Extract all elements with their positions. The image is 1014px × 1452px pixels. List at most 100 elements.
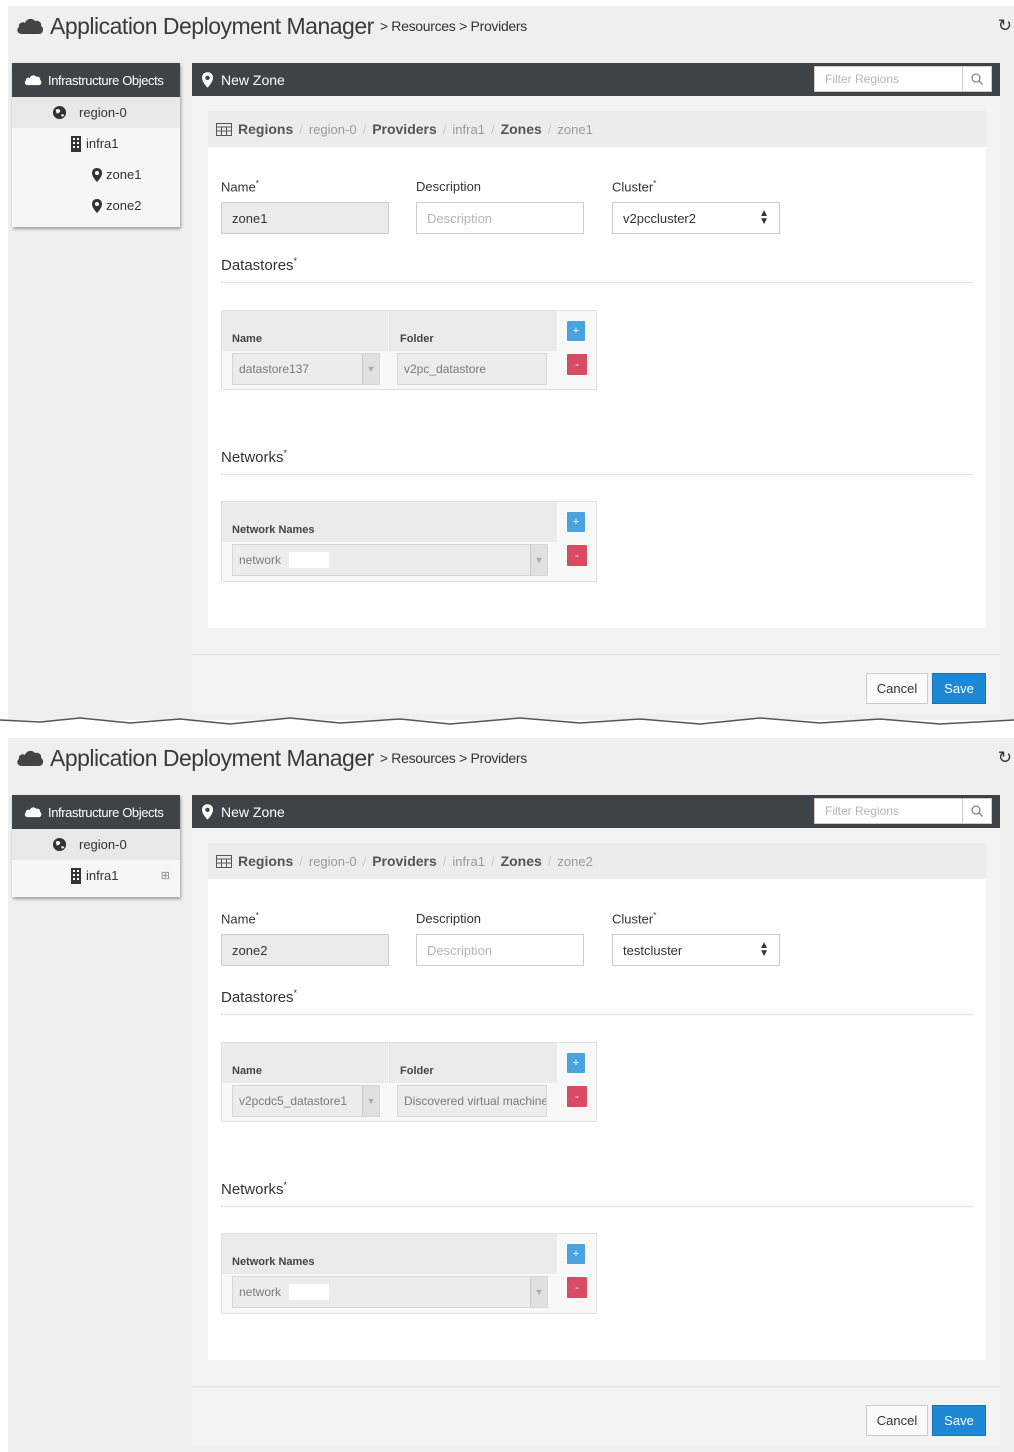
breadcrumb-region[interactable]: region-0: [309, 122, 357, 137]
tree-item-zone1[interactable]: zone1: [12, 159, 180, 190]
add-network-button[interactable]: +: [567, 512, 585, 532]
tree-item-label: zone2: [106, 198, 142, 213]
networks-title: Networks: [221, 449, 284, 466]
globe-icon: [52, 837, 67, 852]
name-label: Name*: [221, 179, 259, 195]
zone-panel: New Zone Regions / region-0 / Providers …: [192, 795, 1000, 1446]
select-arrows-icon: ▲ ▼: [759, 940, 769, 959]
save-button[interactable]: Save: [932, 1405, 986, 1436]
add-datastore-button[interactable]: +: [567, 321, 585, 341]
datastores-table: Name Folder datastore137 ▼ v2pc_datastor…: [221, 310, 597, 390]
tree-item-label: region-0: [79, 105, 127, 120]
sidebar-footer: [12, 221, 180, 227]
cluster-select[interactable]: testcluster ▲ ▼: [612, 934, 780, 966]
breadcrumb-providers[interactable]: Providers: [372, 853, 437, 869]
app-breadcrumb: > Resources > Providers: [379, 750, 527, 766]
description-field[interactable]: [416, 202, 584, 234]
breadcrumb-separator: /: [299, 121, 303, 137]
tree-item-zone2[interactable]: zone2: [12, 190, 180, 221]
cancel-button[interactable]: Cancel: [866, 1405, 928, 1436]
refresh-icon[interactable]: ↻: [998, 748, 1012, 768]
cloud-icon: [24, 807, 42, 818]
breadcrumb-regions[interactable]: Regions: [238, 853, 293, 869]
cluster-label: Cluster*: [612, 911, 657, 927]
panel-title-label: New Zone: [221, 803, 285, 820]
building-icon: [71, 867, 81, 884]
sidebar-header: Infrastructure Objects: [12, 63, 180, 97]
globe-icon: [52, 105, 67, 120]
remove-datastore-button[interactable]: -: [567, 1086, 587, 1107]
tree-item-infra[interactable]: infra1: [12, 128, 180, 159]
datastore-folder-field[interactable]: v2pc_datastore: [397, 353, 547, 385]
breadcrumb-zones[interactable]: Zones: [501, 853, 542, 869]
filter-regions-input[interactable]: [815, 803, 975, 819]
remove-network-button[interactable]: -: [567, 545, 587, 566]
breadcrumb-separator: /: [442, 853, 447, 869]
cancel-button[interactable]: Cancel: [866, 673, 928, 704]
add-network-button[interactable]: +: [567, 1244, 585, 1264]
datastores-title: Datastores: [221, 989, 294, 1006]
sidebar: Infrastructure Objects region-0 infra1 z…: [12, 63, 180, 227]
sidebar-footer: [12, 891, 180, 897]
sidebar-header: Infrastructure Objects: [12, 795, 180, 829]
name-field[interactable]: [221, 934, 389, 966]
chevron-down-icon: ▼: [362, 354, 379, 384]
add-datastore-button[interactable]: +: [567, 1053, 585, 1073]
datastore-folder-field[interactable]: Discovered virtual machine: [397, 1085, 547, 1117]
refresh-icon[interactable]: ↻: [998, 16, 1012, 36]
table-icon: [216, 854, 232, 868]
description-field[interactable]: [416, 934, 584, 966]
tree-item-infra[interactable]: infra1 ⊞: [12, 860, 180, 891]
screenshot-zone1: Application Deployment Manager > Resourc…: [8, 6, 1014, 720]
networks-table: Network Names network ▼ + -: [221, 501, 597, 582]
search-icon[interactable]: [962, 67, 991, 91]
panel-header: New Zone: [192, 63, 1000, 96]
sidebar: Infrastructure Objects region-0 infra1 ⊞: [12, 795, 180, 897]
tree-item-label: region-0: [79, 837, 127, 852]
datastores-table: Name Folder v2pcdc5_datastore1 ▼ Discove…: [221, 1042, 597, 1122]
redacted-value: [289, 1284, 330, 1300]
networks-title: Networks: [221, 1181, 284, 1198]
app-header: Application Deployment Manager > Resourc…: [16, 10, 527, 42]
datastore-name-select[interactable]: datastore137 ▼: [232, 353, 380, 385]
network-name-value: network: [239, 1285, 282, 1299]
footer-divider: [192, 654, 1000, 655]
description-label: Description: [416, 911, 482, 926]
tree-item-label: infra1: [86, 868, 119, 883]
datastore-folder-value: Discovered virtual machine: [404, 1094, 547, 1108]
redacted-value: [289, 552, 330, 568]
networks-table: Network Names network ▼ + -: [221, 1233, 597, 1314]
tree-item-label: zone1: [106, 167, 142, 182]
breadcrumb-provider[interactable]: infra1: [452, 122, 485, 137]
network-name-select[interactable]: network ▼: [232, 544, 548, 576]
select-arrows-icon: ▲ ▼: [759, 208, 769, 227]
remove-datastore-button[interactable]: -: [567, 354, 587, 375]
datastore-name-value: v2pcdc5_datastore1: [239, 1094, 348, 1108]
cluster-select[interactable]: v2pccluster2 ▲ ▼: [612, 202, 780, 234]
datastore-name-select[interactable]: v2pcdc5_datastore1 ▼: [232, 1085, 380, 1117]
expand-icon[interactable]: ⊞: [161, 869, 170, 882]
breadcrumb-provider[interactable]: infra1: [452, 854, 485, 869]
network-name-select[interactable]: network ▼: [232, 1276, 548, 1308]
filter-regions-input[interactable]: [815, 71, 975, 87]
panel-content: Regions / region-0 / Providers / infra1 …: [208, 111, 986, 628]
name-field[interactable]: [221, 202, 389, 234]
chevron-down-icon: ▼: [530, 1277, 547, 1307]
cloud-icon: [24, 75, 42, 86]
column-header-name: Name: [222, 1043, 388, 1083]
panel-content: Regions / region-0 / Providers / infra1 …: [208, 843, 986, 1360]
datastore-folder-value: v2pc_datastore: [404, 362, 487, 376]
breadcrumb-region[interactable]: region-0: [309, 854, 357, 869]
breadcrumb-separator: /: [490, 121, 495, 137]
breadcrumb-regions[interactable]: Regions: [238, 121, 293, 137]
app-header: Application Deployment Manager > Resourc…: [16, 742, 527, 774]
breadcrumb-zones[interactable]: Zones: [501, 121, 542, 137]
remove-network-button[interactable]: -: [567, 1277, 587, 1298]
tree-item-region[interactable]: region-0: [12, 97, 180, 128]
save-button[interactable]: Save: [932, 673, 986, 704]
search-icon[interactable]: [962, 799, 991, 823]
tree-item-region[interactable]: region-0: [12, 829, 180, 860]
breadcrumb-providers[interactable]: Providers: [372, 121, 437, 137]
app-title: Application Deployment Manager: [50, 12, 374, 39]
breadcrumb-separator: /: [362, 853, 367, 869]
